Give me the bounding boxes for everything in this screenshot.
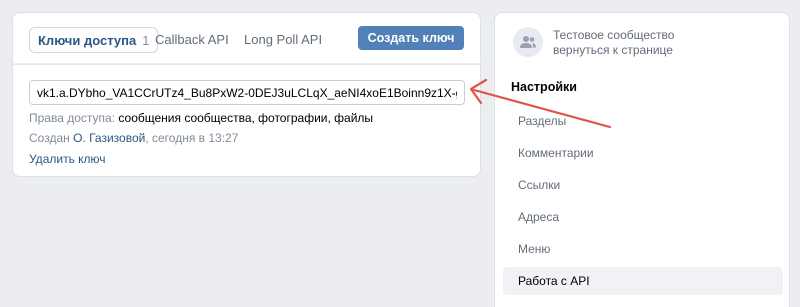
created-info: Создан О. Газизовой, сегодня в 13:27 bbox=[29, 131, 238, 146]
settings-sidebar: Тестовое сообщество вернуться к странице… bbox=[494, 12, 790, 307]
access-key-field[interactable] bbox=[29, 80, 465, 105]
tab-access-keys[interactable]: Ключи доступа 1 bbox=[29, 27, 159, 53]
created-time: , сегодня в 13:27 bbox=[145, 131, 239, 145]
tab-callback-api[interactable]: Callback API bbox=[155, 27, 229, 53]
tab-long-poll-api[interactable]: Long Poll API bbox=[244, 27, 322, 53]
sidebar-item-addresses[interactable]: Адреса bbox=[503, 203, 783, 231]
access-rights: Права доступа: сообщения сообщества, фот… bbox=[29, 111, 373, 126]
sidebar-item-comments[interactable]: Комментарии bbox=[503, 139, 783, 167]
created-prefix: Создан bbox=[29, 131, 70, 145]
sidebar-item-links[interactable]: Ссылки bbox=[503, 171, 783, 199]
tab-access-keys-label: Ключи доступа bbox=[38, 33, 137, 48]
community-avatar[interactable] bbox=[513, 27, 543, 57]
create-key-button[interactable]: Создать ключ bbox=[358, 26, 464, 50]
tab-access-keys-count: 1 bbox=[142, 33, 150, 48]
access-key-panel: Права доступа: сообщения сообщества, фот… bbox=[12, 64, 481, 177]
tabs-header: Ключи доступа 1 Callback API Long Poll AP… bbox=[12, 12, 481, 63]
sidebar-item-sections[interactable]: Разделы bbox=[503, 107, 783, 135]
settings-heading: Настройки bbox=[511, 80, 577, 94]
access-rights-label: Права доступа: bbox=[29, 111, 116, 125]
back-to-page-link[interactable]: вернуться к странице bbox=[553, 43, 673, 57]
community-name[interactable]: Тестовое сообщество bbox=[553, 28, 674, 42]
community-header[interactable]: Тестовое сообщество вернуться к странице bbox=[511, 27, 781, 57]
users-icon bbox=[520, 36, 536, 48]
creator-link[interactable]: О. Газизовой bbox=[73, 131, 145, 145]
sidebar-item-menu[interactable]: Меню bbox=[503, 235, 783, 263]
sidebar-item-api[interactable]: Работа с API bbox=[503, 267, 783, 295]
access-rights-value: сообщения сообщества, фотографии, файлы bbox=[118, 111, 374, 125]
delete-key-link[interactable]: Удалить ключ bbox=[29, 152, 106, 167]
